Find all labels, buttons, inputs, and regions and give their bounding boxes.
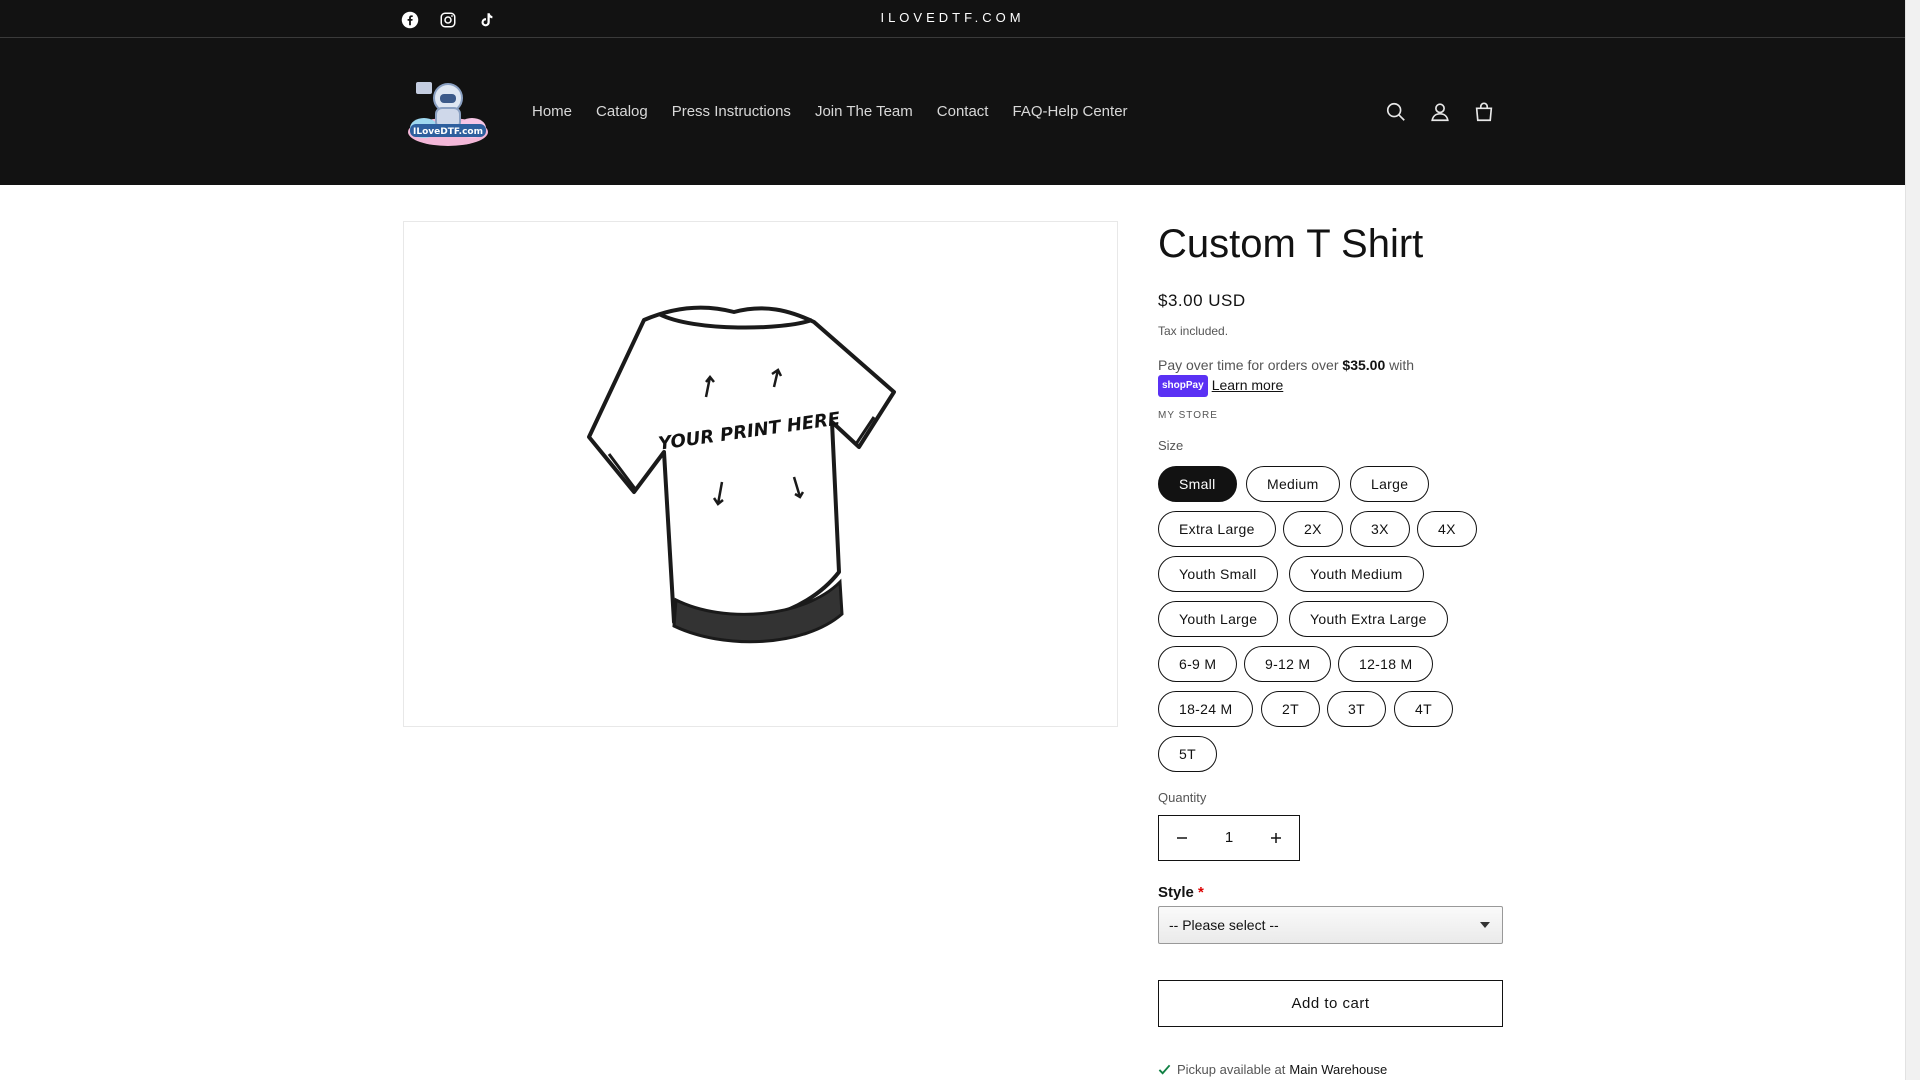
nav-catalog[interactable]: Catalog — [596, 103, 648, 120]
style-label-text: Style — [1158, 884, 1194, 901]
svg-text:ILoveDTF.com: ILoveDTF.com — [413, 127, 483, 137]
product-title: Custom T Shirt — [1158, 222, 1424, 266]
size-option-18-24m[interactable]: 18-24 M — [1158, 691, 1254, 727]
size-option-extra-large[interactable]: Extra Large — [1158, 511, 1276, 547]
size-option-youth-extra-large[interactable]: Youth Extra Large — [1289, 601, 1448, 637]
size-option-youth-small[interactable]: Youth Small — [1158, 556, 1278, 592]
chevron-down-icon — [1480, 922, 1490, 928]
store-logo[interactable]: ILoveDTF.com — [404, 68, 492, 156]
quantity-stepper: 1 — [1158, 815, 1300, 861]
learn-more-link[interactable]: Learn more — [1212, 377, 1284, 393]
search-icon[interactable] — [1382, 98, 1410, 126]
nav-contact[interactable]: Contact — [937, 103, 989, 120]
shop-pay-logo: shopPay — [1158, 375, 1208, 398]
size-option-large[interactable]: Large — [1350, 466, 1430, 502]
style-select[interactable]: -- Please select -- — [1158, 906, 1503, 944]
size-option-9-12m[interactable]: 9-12 M — [1244, 646, 1332, 682]
nav-join-the-team[interactable]: Join The Team — [815, 103, 913, 120]
tax-note: Tax included. — [1158, 324, 1229, 338]
product-price: $3.00 USD — [1158, 291, 1246, 310]
increase-quantity-button[interactable] — [1253, 816, 1299, 860]
size-option-medium[interactable]: Medium — [1246, 466, 1340, 502]
size-option-5t[interactable]: 5T — [1158, 736, 1217, 772]
decrease-quantity-button[interactable] — [1159, 816, 1205, 860]
size-option-3x[interactable]: 3X — [1350, 511, 1410, 547]
nav-press-instructions[interactable]: Press Instructions — [672, 103, 791, 120]
required-marker: * — [1198, 884, 1204, 901]
size-option-small[interactable]: Small — [1158, 466, 1237, 502]
style-label: Style * — [1158, 884, 1204, 901]
size-option-2x[interactable]: 2X — [1283, 511, 1343, 547]
announcement-text: ILOVEDTF.COM — [880, 10, 1025, 25]
quantity-label: Quantity — [1158, 790, 1207, 805]
vendor-label: MY STORE — [1158, 410, 1218, 421]
site-header: ILoveDTF.com Home Catalog Press Instruct… — [0, 38, 1905, 185]
main-nav: Home Catalog Press Instructions Join The… — [532, 38, 1152, 185]
size-option-2t[interactable]: 2T — [1261, 691, 1320, 727]
installments-suffix: with — [1385, 357, 1415, 373]
announcement-bar: ILOVEDTF.COM — [0, 0, 1905, 38]
size-option-3t[interactable]: 3T — [1327, 691, 1386, 727]
cart-icon[interactable] — [1470, 98, 1498, 126]
installments-prefix: Pay over time for orders over — [1158, 357, 1343, 373]
pickup-location: Main Warehouse — [1289, 1062, 1388, 1077]
account-icon[interactable] — [1426, 98, 1454, 126]
size-option-6-9m[interactable]: 6-9 M — [1158, 646, 1238, 682]
installments-amount: $35.00 — [1342, 357, 1386, 373]
size-option-4t[interactable]: 4T — [1394, 691, 1453, 727]
pickup-prefix: Pickup available at — [1177, 1062, 1286, 1077]
nav-home[interactable]: Home — [532, 103, 572, 120]
page-scrollbar[interactable] — [1905, 0, 1920, 1080]
size-option-youth-large[interactable]: Youth Large — [1158, 601, 1279, 637]
add-to-cart-button[interactable]: Add to cart — [1158, 980, 1503, 1027]
style-select-value: -- Please select -- — [1169, 917, 1279, 933]
size-option-12-18m[interactable]: 12-18 M — [1338, 646, 1434, 682]
product-image[interactable]: YOUR PRINT HERE — [403, 221, 1118, 727]
size-label: Size — [1158, 438, 1184, 453]
check-icon — [1158, 1064, 1171, 1075]
pickup-availability: Pickup available at Main Warehouse — [1158, 1062, 1387, 1077]
size-option-4x[interactable]: 4X — [1417, 511, 1477, 547]
nav-faq-help-center[interactable]: FAQ-Help Center — [1012, 103, 1127, 120]
quantity-input[interactable]: 1 — [1205, 816, 1253, 860]
size-option-youth-medium[interactable]: Youth Medium — [1289, 556, 1424, 592]
installments-message: Pay over time for orders over $35.00 wit… — [1158, 355, 1488, 398]
